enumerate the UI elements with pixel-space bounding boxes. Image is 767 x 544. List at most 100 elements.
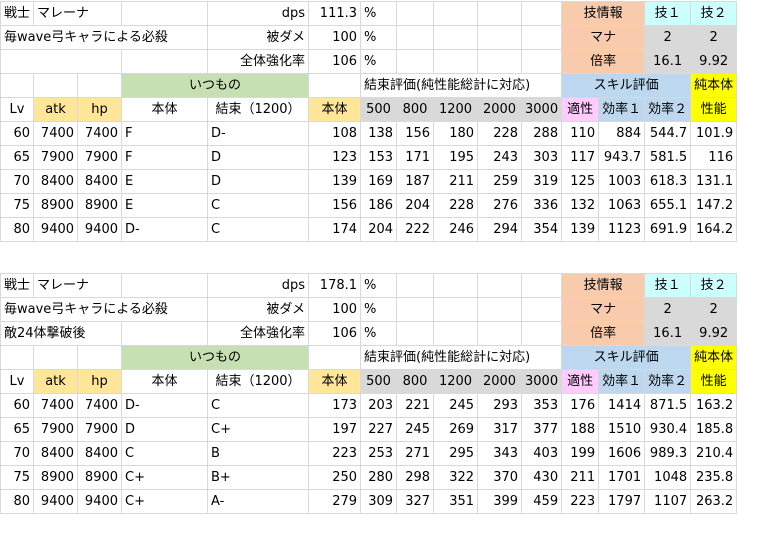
cell[interactable] — [433, 297, 479, 322]
skill1-mana[interactable]: 2 — [644, 25, 692, 50]
table-cell[interactable]: C — [121, 441, 209, 466]
column-header[interactable]: 1200 — [433, 369, 479, 394]
role-cell[interactable]: 戦士 — [0, 273, 35, 298]
condition-label-2[interactable]: 敵24体撃破後 — [0, 321, 123, 346]
table-cell[interactable]: 8400 — [77, 169, 123, 194]
cell[interactable] — [433, 25, 479, 50]
table-cell[interactable]: 276 — [477, 193, 523, 218]
table-cell[interactable]: 8400 — [77, 441, 123, 466]
table-cell[interactable]: 403 — [521, 441, 563, 466]
table-cell[interactable]: 243 — [477, 145, 523, 170]
table-cell[interactable]: 139 — [308, 169, 362, 194]
table-cell[interactable]: 101.9 — [690, 121, 738, 146]
damage-taken-value[interactable]: 100 — [308, 297, 362, 322]
overall-boost-label[interactable]: 全体強化率 — [207, 321, 310, 346]
dps-value[interactable]: 178.1 — [308, 273, 362, 298]
table-cell[interactable]: 163.2 — [690, 393, 738, 418]
table-cell[interactable]: 269 — [433, 417, 479, 442]
table-cell[interactable]: 271 — [396, 441, 435, 466]
percent-cell[interactable]: % — [360, 321, 398, 346]
table-cell[interactable]: 187 — [396, 169, 435, 194]
table-cell[interactable]: 1107 — [644, 489, 692, 514]
table-cell[interactable]: 156 — [308, 193, 362, 218]
character-name-cell[interactable]: マレーナ — [33, 273, 123, 298]
table-cell[interactable]: 110 — [561, 121, 600, 146]
cell[interactable] — [396, 49, 435, 74]
table-cell[interactable]: 7400 — [77, 121, 123, 146]
table-cell[interactable]: 245 — [433, 393, 479, 418]
table-cell[interactable]: 7900 — [77, 417, 123, 442]
cell[interactable] — [77, 345, 123, 370]
skill2-header[interactable]: 技２ — [690, 273, 738, 298]
table-cell[interactable]: 1123 — [598, 217, 646, 242]
table-cell[interactable]: 211 — [561, 465, 600, 490]
skill2-multiplier[interactable]: 9.92 — [690, 49, 738, 74]
column-header[interactable]: 2000 — [477, 97, 523, 122]
table-cell[interactable]: 618.3 — [644, 169, 692, 194]
table-cell[interactable]: 8900 — [33, 193, 79, 218]
column-header[interactable]: 結束（1200） — [207, 97, 310, 122]
table-cell[interactable]: 210.4 — [690, 441, 738, 466]
group-header-pure-body[interactable]: 純本体 — [690, 345, 738, 370]
table-cell[interactable]: 295 — [433, 441, 479, 466]
cell[interactable] — [0, 345, 35, 370]
table-cell[interactable]: 7400 — [77, 393, 123, 418]
column-header[interactable]: 3000 — [521, 369, 563, 394]
cell[interactable] — [521, 25, 563, 50]
column-header[interactable]: atk — [33, 369, 79, 394]
table-cell[interactable]: 293 — [477, 393, 523, 418]
table-cell[interactable]: 174 — [308, 217, 362, 242]
table-cell[interactable]: 399 — [477, 489, 523, 514]
table-cell[interactable]: 691.9 — [644, 217, 692, 242]
overall-boost-label[interactable]: 全体強化率 — [207, 49, 310, 74]
table-cell[interactable]: 199 — [561, 441, 600, 466]
table-cell[interactable]: 354 — [521, 217, 563, 242]
table-cell[interactable]: 8900 — [77, 193, 123, 218]
table-cell[interactable]: 221 — [396, 393, 435, 418]
skill2-mana[interactable]: 2 — [690, 297, 738, 322]
cell[interactable] — [477, 273, 523, 298]
table-cell[interactable]: C+ — [121, 465, 209, 490]
table-cell[interactable]: 153 — [360, 145, 398, 170]
table-cell[interactable]: 173 — [308, 393, 362, 418]
column-header[interactable]: 500 — [360, 369, 398, 394]
overall-boost-value[interactable]: 106 — [308, 321, 362, 346]
table-cell[interactable]: 186 — [360, 193, 398, 218]
table-cell[interactable]: 317 — [477, 417, 523, 442]
cell[interactable] — [433, 49, 479, 74]
column-header[interactable]: 性能 — [690, 369, 738, 394]
damage-taken-label[interactable]: 被ダメ — [207, 25, 310, 50]
table-cell[interactable]: 9400 — [77, 489, 123, 514]
table-cell[interactable]: 7400 — [33, 393, 79, 418]
table-cell[interactable]: 327 — [396, 489, 435, 514]
damage-taken-value[interactable]: 100 — [308, 25, 362, 50]
cell[interactable] — [77, 73, 123, 98]
table-cell[interactable]: 75 — [0, 465, 35, 490]
table-cell[interactable]: 203 — [360, 393, 398, 418]
table-cell[interactable]: 259 — [477, 169, 523, 194]
table-cell[interactable]: 1003 — [598, 169, 646, 194]
cell[interactable] — [33, 345, 79, 370]
table-cell[interactable]: 108 — [308, 121, 362, 146]
cell[interactable] — [521, 297, 563, 322]
cell[interactable] — [396, 1, 435, 26]
table-cell[interactable]: 117 — [561, 145, 600, 170]
table-cell[interactable]: 65 — [0, 145, 35, 170]
column-header[interactable]: hp — [77, 369, 123, 394]
table-cell[interactable]: 9400 — [33, 217, 79, 242]
table-cell[interactable]: A- — [207, 489, 310, 514]
multiplier-label[interactable]: 倍率 — [561, 49, 646, 74]
dps-label[interactable]: dps — [207, 273, 310, 298]
column-header[interactable]: 効率１ — [598, 369, 646, 394]
table-cell[interactable]: D- — [121, 393, 209, 418]
column-header[interactable]: 3000 — [521, 97, 563, 122]
table-cell[interactable]: F — [121, 121, 209, 146]
table-cell[interactable]: 75 — [0, 193, 35, 218]
table-cell[interactable]: 303 — [521, 145, 563, 170]
table-cell[interactable]: 9400 — [77, 217, 123, 242]
table-cell[interactable]: 8400 — [33, 441, 79, 466]
table-cell[interactable]: 7900 — [33, 417, 79, 442]
table-cell[interactable]: 377 — [521, 417, 563, 442]
table-cell[interactable]: D — [207, 145, 310, 170]
cell[interactable] — [433, 1, 479, 26]
